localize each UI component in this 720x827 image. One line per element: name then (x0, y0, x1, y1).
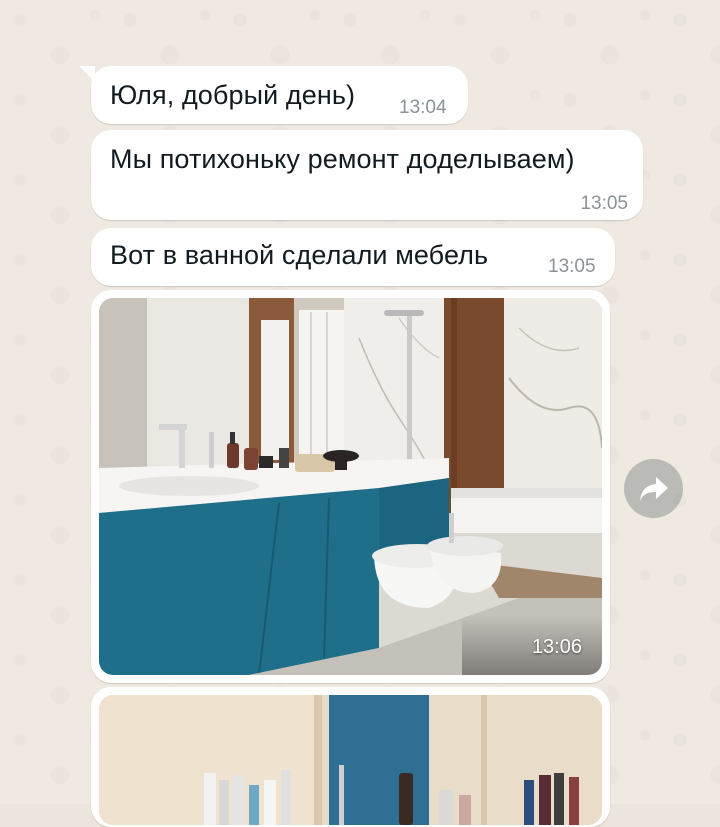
message-text: Мы потихоньку ремонт доделываем) (110, 144, 575, 174)
photo-message[interactable] (91, 687, 610, 827)
message-bubble[interactable]: Вот в ванной сделали мебель 13:05 (91, 228, 615, 286)
message-bubble[interactable]: Юля, добрый день) 13:04 (79, 66, 468, 124)
message-bubble[interactable]: Мы потихоньку ремонт доделываем) 13:05 (91, 130, 643, 220)
photo-message[interactable]: 13:06 (91, 290, 610, 683)
message-text: Юля, добрый день) (110, 80, 356, 110)
forward-button[interactable] (624, 459, 683, 518)
bathroom-photo[interactable]: 13:06 (99, 298, 602, 675)
message-text: Вот в ванной сделали мебель (110, 240, 489, 270)
message-time: 13:05 (580, 193, 628, 214)
photo-time: 13:06 (531, 636, 582, 658)
forward-arrow-icon (639, 476, 668, 501)
bathroom-shelf-photo[interactable] (99, 695, 602, 825)
message-time: 13:05 (548, 256, 596, 277)
message-time: 13:04 (399, 97, 447, 118)
